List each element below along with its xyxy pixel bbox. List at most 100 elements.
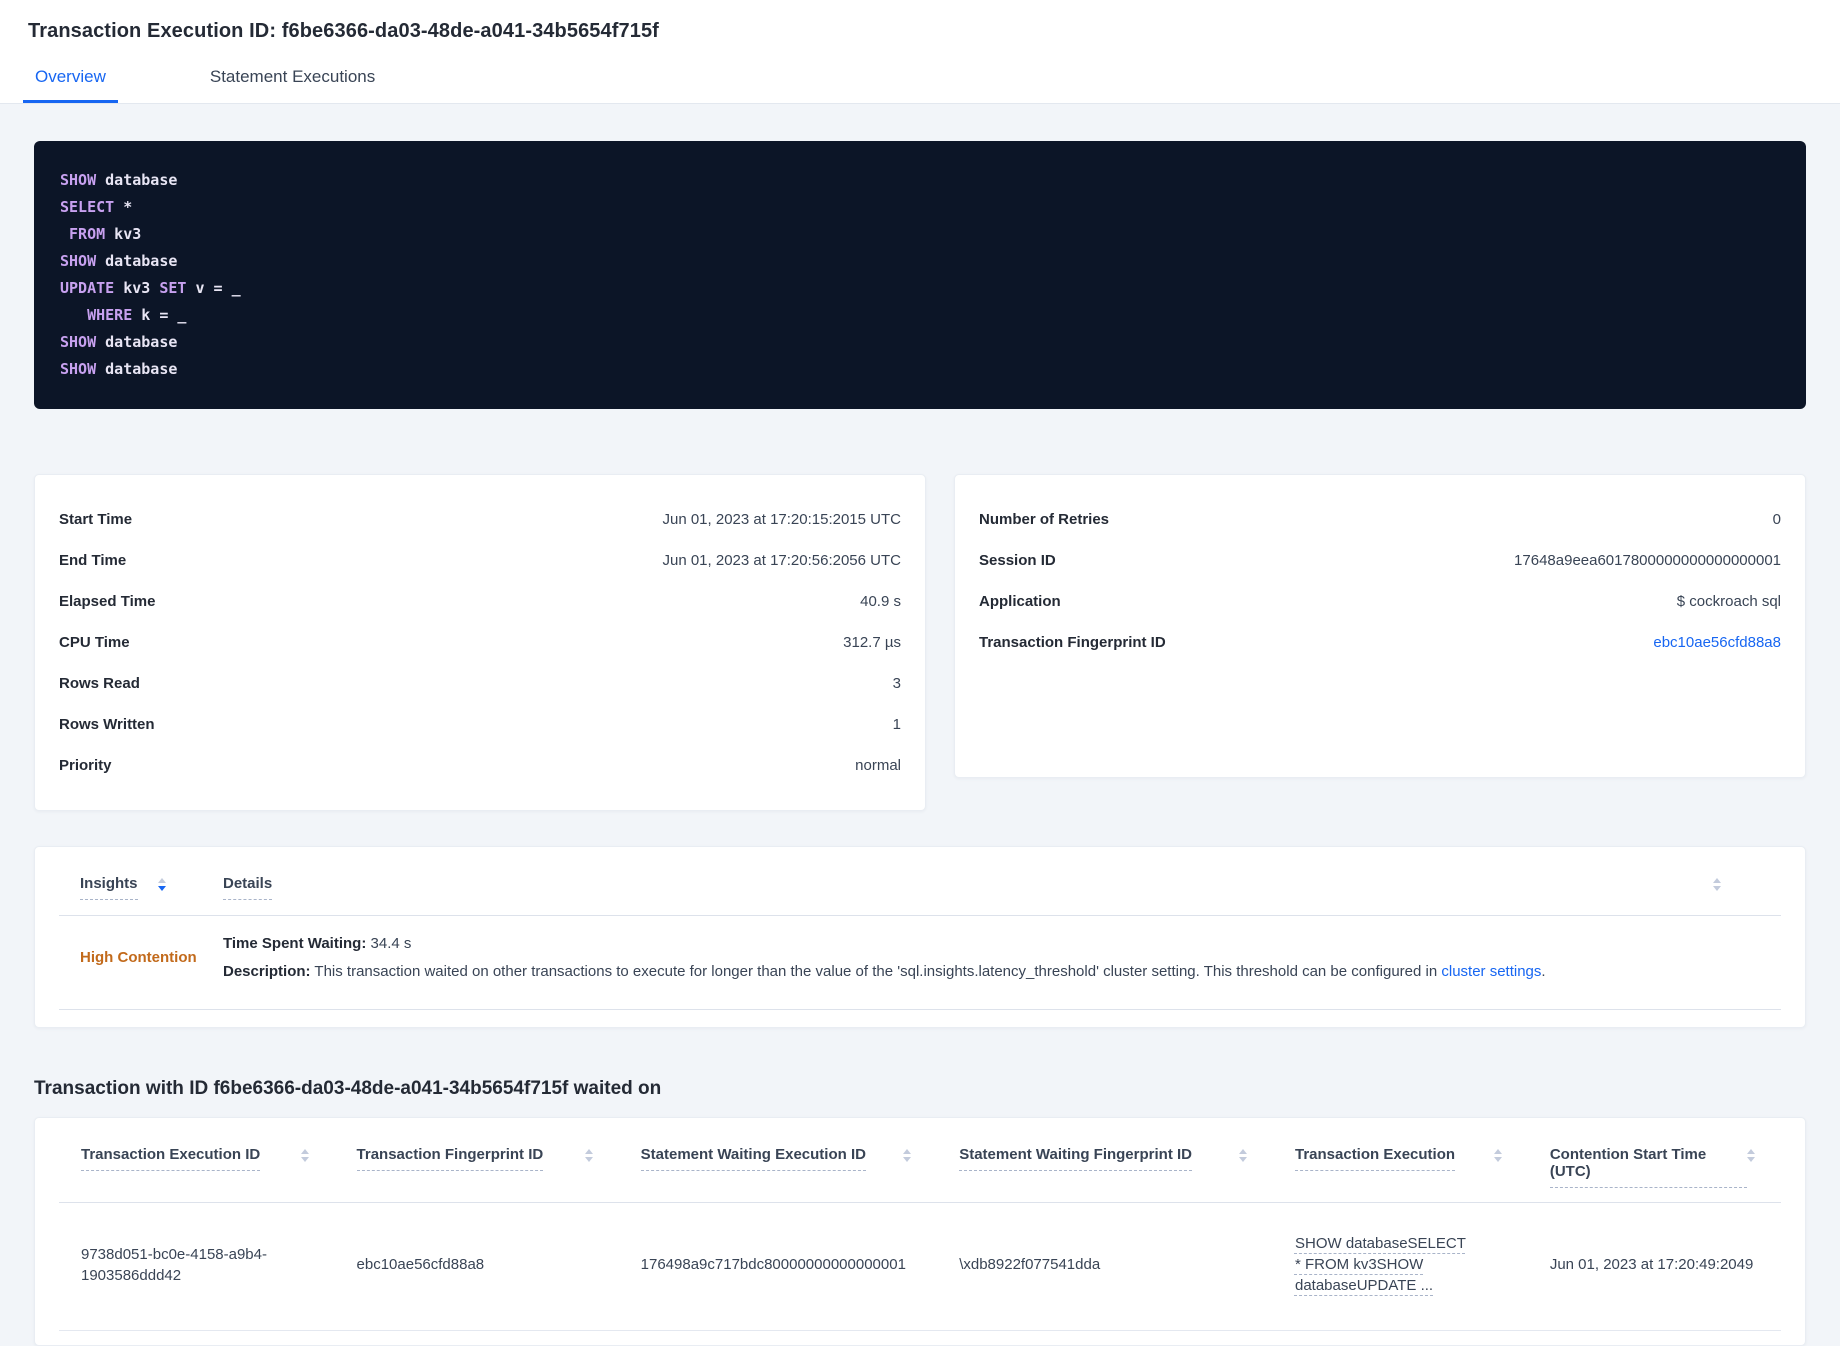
page-title: Transaction Execution ID: f6be6366-da03-… [28,20,659,42]
sort-asc-icon [1238,1149,1247,1154]
insight-description: Description: This transaction waited on … [223,963,1546,980]
details-column-header: Details [223,875,1713,900]
waited-on-heading: Transaction with ID f6be6366-da03-48de-a… [34,1078,662,1099]
sort-asc-icon [157,878,166,883]
column-header-txn-fingerprint-id: Transaction Fingerprint ID [335,1146,619,1171]
details-header-label[interactable]: Details [223,875,273,900]
insight-row: High Contention Time Spent Waiting: 34.4… [59,916,1781,1010]
sort-desc-icon [1238,1157,1247,1162]
row-label: Elapsed Time [59,593,156,610]
sql-line: FROM kv3 [69,225,142,243]
column-header-label[interactable]: Transaction Execution [1294,1146,1456,1171]
row-value: 1 [892,716,901,733]
row-label: Start Time [59,511,133,528]
insights-header-label[interactable]: Insights [80,875,138,900]
insight-type-badge: High Contention [80,949,197,966]
sort-icon[interactable] [1493,1149,1502,1162]
column-header-label[interactable]: Contention Start Time (UTC) [1549,1146,1747,1188]
summary-row-priority: Priority normal [59,745,901,786]
insights-column-header: Insights [59,875,223,900]
column-header-label[interactable]: Statement Waiting Fingerprint ID [959,1146,1192,1171]
contention-start-time-cell: Jun 01, 2023 at 17:20:49:2049 [1549,1256,1754,1273]
sort-desc-icon [584,1157,593,1162]
sort-icon[interactable] [157,878,166,891]
row-value: 40.9 s [860,593,901,610]
sort-icon[interactable] [1746,1149,1755,1162]
row-value: normal [855,757,901,774]
summary-cards-row: Start Time Jun 01, 2023 at 17:20:15:2015… [34,474,1806,811]
sort-desc-icon [1746,1157,1755,1162]
row-label: Rows Written [59,716,155,733]
row-label: Transaction Fingerprint ID [979,634,1166,651]
sort-icon[interactable] [1713,878,1721,891]
summary-row-txn-fingerprint: Transaction Fingerprint ID ebc10ae56cfd8… [979,622,1781,663]
row-label: Number of Retries [979,511,1110,528]
sort-asc-icon [300,1149,309,1154]
page-content: SHOW database SELECT * FROM kv3 SHOW dat… [0,141,1840,1346]
column-header-txn-execution: Transaction Execution [1273,1146,1528,1171]
tab-statement-executions[interactable]: Statement Executions [198,67,387,103]
summary-card-timing: Start Time Jun 01, 2023 at 17:20:15:2015… [34,474,926,811]
transaction-details-page: Transaction Execution ID: f6be6366-da03-… [0,0,1840,1346]
waited-on-table-row: 9738d051-bc0e-4158-a9b4-1903586ddd42 ebc… [59,1203,1781,1331]
summary-row-session-id: Session ID 17648a9eea6017800000000000000… [979,540,1781,581]
summary-row-rows-read: Rows Read 3 [59,663,901,704]
tab-overview[interactable]: Overview [23,67,118,103]
sql-line: SHOW database [60,252,178,270]
summary-card-session: Number of Retries 0 Session ID 17648a9ee… [954,474,1806,778]
summary-row-end-time: End Time Jun 01, 2023 at 17:20:56:2056 U… [59,540,901,581]
sort-asc-icon [903,1149,912,1154]
row-value: 3 [892,675,901,692]
sort-desc-icon [1493,1157,1502,1162]
sql-line: SELECT * [60,198,133,216]
stmt-waiting-exec-id-cell: 176498a9c717bdc80000000000000001 [640,1256,906,1273]
sort-icon[interactable] [1238,1149,1247,1162]
sort-desc-icon [157,886,166,891]
sql-line: SHOW database [60,360,178,378]
row-value: 0 [1772,511,1781,528]
sql-line: SHOW database [60,333,178,351]
column-header-contention-start: Contention Start Time (UTC) [1528,1146,1781,1188]
sort-icon[interactable] [584,1149,593,1162]
column-header-stmt-waiting-fingerprint-id: Statement Waiting Fingerprint ID [937,1146,1273,1171]
column-header-stmt-waiting-exec-id: Statement Waiting Execution ID [619,1146,938,1171]
sort-asc-icon [1493,1149,1502,1154]
cluster-settings-link[interactable]: cluster settings [1441,963,1541,980]
txn-execution-link[interactable]: SHOW databaseSELECT * FROM kv3SHOW datab… [1295,1233,1475,1296]
sql-line: SHOW database [60,171,178,189]
summary-row-cpu-time: CPU Time 312.7 µs [59,622,901,663]
summary-row-rows-written: Rows Written 1 [59,704,901,745]
sort-icon[interactable] [903,1149,912,1162]
insight-details: Time Spent Waiting: 34.4 s Description: … [223,934,1781,981]
insights-card: Insights Details High Contention Time Sp… [34,846,1806,1028]
tab-bar: Overview Statement Executions [23,67,1812,103]
column-header-label[interactable]: Transaction Execution ID [81,1146,261,1171]
column-header-label[interactable]: Statement Waiting Execution ID [640,1146,866,1171]
txn-fingerprint-id-cell: ebc10ae56cfd88a8 [356,1256,485,1273]
sort-asc-icon [1713,878,1721,883]
row-label: Session ID [979,552,1056,569]
waited-on-table-header: Transaction Execution ID Transaction Fin… [59,1138,1781,1203]
stmt-waiting-fingerprint-id-cell: \xdb8922f077541dda [959,1256,1101,1273]
row-label: Application [979,593,1061,610]
sort-desc-icon [300,1157,309,1162]
row-value: 312.7 µs [843,634,901,651]
column-header-txn-exec-id: Transaction Execution ID [59,1146,335,1171]
sort-asc-icon [1746,1149,1755,1154]
column-header-label[interactable]: Transaction Fingerprint ID [356,1146,544,1171]
insights-table-header: Insights Details [59,855,1781,916]
summary-row-application: Application $ cockroach sql [979,581,1781,622]
sql-line: UPDATE kv3 SET v = _ [60,279,241,297]
summary-row-elapsed-time: Elapsed Time 40.9 s [59,581,901,622]
time-spent-waiting: Time Spent Waiting: 34.4 s [223,935,412,952]
sort-desc-icon [903,1157,912,1162]
sql-line: WHERE k = _ [87,306,187,324]
row-value: 17648a9eea6017800000000000000001 [1514,552,1781,569]
waited-on-table: Transaction Execution ID Transaction Fin… [34,1117,1806,1346]
sql-statements-box: SHOW database SELECT * FROM kv3 SHOW dat… [34,141,1806,409]
row-label: End Time [59,552,127,569]
page-header: Transaction Execution ID: f6be6366-da03-… [0,0,1840,104]
sort-icon[interactable] [300,1149,309,1162]
transaction-fingerprint-link[interactable]: ebc10ae56cfd88a8 [1653,634,1781,651]
row-value: Jun 01, 2023 at 17:20:15:2015 UTC [662,511,901,528]
